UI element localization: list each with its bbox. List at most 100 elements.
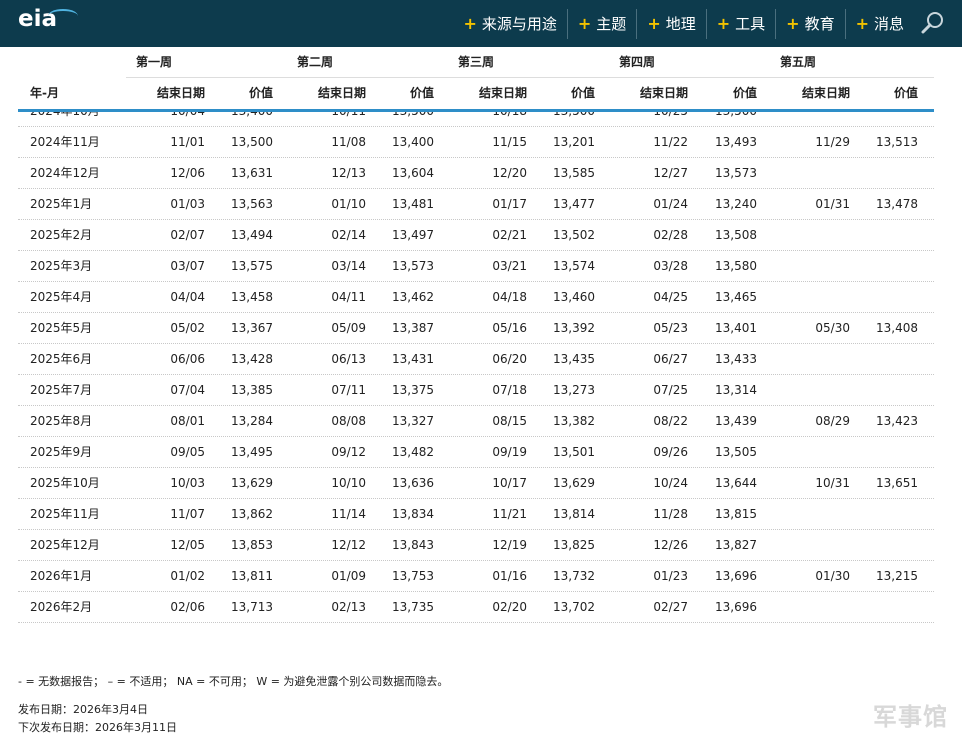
end-date-cell: 11/08 bbox=[331, 135, 366, 149]
month-cell: 2026年2月 bbox=[30, 600, 93, 614]
value-cell: 13,753 bbox=[392, 569, 434, 583]
value-cell: 13,431 bbox=[392, 352, 434, 366]
end-date-cell: 05/23 bbox=[653, 321, 688, 335]
table-row: 2025年11月 11/07 13,862 11/14 13,834 11/21 13,81… bbox=[18, 499, 934, 530]
value-cell: 13,493 bbox=[715, 135, 757, 149]
end-date-cell: 01/17 bbox=[492, 197, 527, 211]
nav-label: 工具 bbox=[735, 15, 766, 33]
value-cell: 13,367 bbox=[231, 321, 273, 335]
end-date-column-header: 结束日期 bbox=[478, 86, 527, 100]
end-date-cell: 06/06 bbox=[170, 352, 205, 366]
end-date-cell: 09/19 bbox=[492, 445, 527, 459]
value-cell: 13,314 bbox=[715, 383, 757, 397]
value-cell: 13,495 bbox=[231, 445, 273, 459]
end-date-cell: 12/13 bbox=[331, 166, 366, 180]
value-cell: 13,563 bbox=[231, 197, 273, 211]
value-cell: 13,392 bbox=[553, 321, 595, 335]
end-date-cell: 10/10 bbox=[331, 476, 366, 490]
value-cell bbox=[858, 437, 918, 468]
end-date-cell: 11/21 bbox=[492, 507, 527, 521]
table-row: 2025年9月 09/05 13,495 09/12 13,482 09/19 13,501… bbox=[18, 437, 934, 468]
value-cell: 13,501 bbox=[553, 445, 595, 459]
value-cell: 13,853 bbox=[231, 538, 273, 552]
month-cell: 2025年1月 bbox=[30, 197, 93, 211]
end-date-cell: 03/14 bbox=[331, 259, 366, 273]
end-date-cell: 11/15 bbox=[492, 135, 527, 149]
end-date-cell: 08/29 bbox=[815, 414, 850, 428]
end-date-cell: 11/01 bbox=[170, 135, 205, 149]
end-date-cell bbox=[790, 220, 850, 251]
end-date-cell: 03/07 bbox=[170, 259, 205, 273]
value-cell bbox=[858, 375, 918, 406]
week-2-header: 第二周 bbox=[287, 47, 448, 78]
end-date-cell bbox=[790, 344, 850, 375]
value-cell: 13,631 bbox=[231, 166, 273, 180]
value-cell: 13,494 bbox=[231, 228, 273, 242]
end-date-cell: 11/22 bbox=[653, 135, 688, 149]
plus-icon: + bbox=[716, 14, 731, 33]
value-cell: 13,382 bbox=[553, 414, 595, 428]
end-date-cell: 02/28 bbox=[653, 228, 688, 242]
end-date-cell: 05/09 bbox=[331, 321, 366, 335]
value-cell: 13,433 bbox=[715, 352, 757, 366]
nav-item-tools[interactable]: + 工具 bbox=[705, 8, 775, 39]
end-date-cell: 09/05 bbox=[170, 445, 205, 459]
end-date-cell: 11/07 bbox=[170, 507, 205, 521]
end-date-cell: 01/31 bbox=[815, 197, 850, 211]
value-cell: 13,502 bbox=[553, 228, 595, 242]
end-date-cell: 10/25 bbox=[628, 112, 688, 126]
end-date-cell: 08/15 bbox=[492, 414, 527, 428]
value-cell: 13,735 bbox=[392, 600, 434, 614]
watermark-text: 军事馆 bbox=[873, 703, 948, 731]
nav-item-sources-uses[interactable]: + 来源与用途 bbox=[453, 9, 566, 39]
end-date-cell bbox=[790, 437, 850, 468]
end-date-cell bbox=[790, 499, 850, 530]
value-cell bbox=[858, 530, 918, 561]
month-cell: 2024年12月 bbox=[30, 166, 100, 180]
week-4-header: 第四周 bbox=[609, 47, 770, 78]
end-date-cell bbox=[790, 592, 850, 623]
value-cell: 13,629 bbox=[553, 476, 595, 490]
value-cell: 13,401 bbox=[715, 321, 757, 335]
table-column-header-row: 年-月 结束日期 价值 结束日期 价值 结束日期 价值 结束日期 价值 结束日期 价值 bbox=[18, 78, 934, 109]
search-icon[interactable] bbox=[920, 10, 946, 36]
end-date-cell: 12/26 bbox=[653, 538, 688, 552]
month-cell: 2025年7月 bbox=[30, 383, 93, 397]
nav-item-learning[interactable]: + 教育 bbox=[775, 8, 844, 39]
end-date-cell: 11/28 bbox=[653, 507, 688, 521]
end-date-cell bbox=[790, 282, 850, 313]
week-1-header: 第一周 bbox=[126, 47, 287, 78]
nav-item-news[interactable]: + 消息 bbox=[844, 8, 914, 39]
table-row: 2025年10月 10/03 13,629 10/10 13,636 10/17 13,62… bbox=[18, 468, 934, 499]
end-date-cell: 12/19 bbox=[492, 538, 527, 552]
main-nav: + 来源与用途 + 主题 + 地理 + 工具 + 教育 + 消息 bbox=[453, 0, 914, 47]
end-date-cell: 10/31 bbox=[815, 476, 850, 490]
end-date-cell: 10/04 bbox=[145, 112, 205, 126]
end-date-cell: 04/25 bbox=[653, 290, 688, 304]
value-cell: 13,604 bbox=[392, 166, 434, 180]
nav-item-geography[interactable]: + 地理 bbox=[636, 8, 705, 39]
value-cell: 13,825 bbox=[553, 538, 595, 552]
end-date-cell: 01/03 bbox=[170, 197, 205, 211]
end-date-cell: 09/26 bbox=[653, 445, 688, 459]
nav-item-topics[interactable]: + 主题 bbox=[566, 8, 636, 39]
value-column-header: 价值 bbox=[893, 86, 918, 100]
value-cell: 13,580 bbox=[715, 259, 757, 273]
end-date-cell: 07/11 bbox=[331, 383, 366, 397]
value-cell: 13,462 bbox=[392, 290, 434, 304]
end-date-cell: 02/07 bbox=[170, 228, 205, 242]
value-cell: 13,460 bbox=[553, 290, 595, 304]
value-cell: 13,327 bbox=[392, 414, 434, 428]
table-row: 2025年5月 05/02 13,367 05/09 13,387 05/16 13,392… bbox=[18, 313, 934, 344]
value-cell: 13,400 bbox=[392, 135, 434, 149]
end-date-cell: 11/14 bbox=[331, 507, 366, 521]
month-cell: 2025年10月 bbox=[30, 476, 100, 490]
end-date-cell: 01/02 bbox=[170, 569, 205, 583]
eia-logo[interactable]: eia bbox=[18, 6, 78, 32]
end-date-cell: 03/21 bbox=[492, 259, 527, 273]
end-date-cell: 12/20 bbox=[492, 166, 527, 180]
value-cell: 13,814 bbox=[553, 507, 595, 521]
end-date-cell: 01/24 bbox=[653, 197, 688, 211]
value-cell: 13,500 bbox=[374, 112, 434, 126]
month-cell: 2025年11月 bbox=[30, 507, 100, 521]
